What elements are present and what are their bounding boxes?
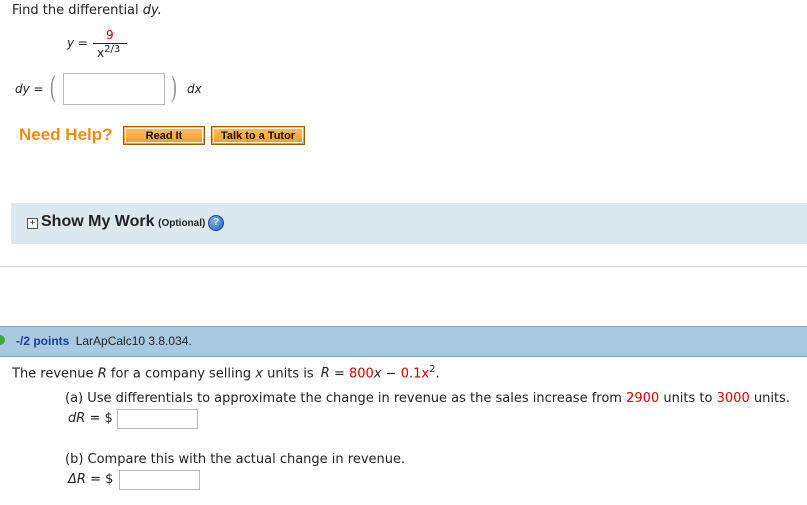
optional-label: (Optional) xyxy=(158,218,206,229)
deltaR-answer-input[interactable] xyxy=(119,470,200,490)
need-help-heading: Need Help? xyxy=(19,125,113,144)
dy-answer-input[interactable] xyxy=(63,73,165,105)
read-it-label: Read It xyxy=(145,129,183,142)
part-a-text1: (a) Use differentials to approximate the… xyxy=(65,391,622,406)
stmt-a: The revenue xyxy=(12,366,94,382)
show-my-work-title[interactable]: Show My Work (Optional) xyxy=(41,213,205,231)
right-paren-icon: ) xyxy=(170,71,178,106)
stmt-b: for a company selling xyxy=(110,366,252,382)
section-divider xyxy=(0,266,807,267)
points-link[interactable]: -/2 points xyxy=(16,334,69,348)
q1-prompt-var: dy. xyxy=(142,3,162,18)
dR-eq: = $ xyxy=(89,411,113,426)
dy-eq: = xyxy=(33,82,44,96)
expand-plus-icon[interactable]: + xyxy=(27,218,38,229)
question-header: -/2 points LarApCalc10 3.8.034. xyxy=(16,334,192,348)
dx-label: dx xyxy=(187,82,202,96)
stmt-R2: R xyxy=(320,366,330,382)
q2-statement: The revenue R for a company selling x un… xyxy=(12,364,440,381)
stmt-x: x xyxy=(255,366,263,382)
left-paren-icon: ( xyxy=(49,71,57,106)
dR-answer-input[interactable] xyxy=(117,409,198,429)
part-b-text: (b) Compare this with the actual change … xyxy=(65,452,406,467)
q1-prompt: Find the differential dy. xyxy=(12,3,162,18)
q1-eq-lhs: y = xyxy=(67,36,88,50)
deltaR-eq: = $ xyxy=(90,472,114,487)
talk-to-tutor-label: Talk to a Tutor xyxy=(220,129,296,142)
part-a-num2: 3000 xyxy=(716,391,750,406)
deltaR-label: ΔR xyxy=(68,472,86,487)
part-b-label: ΔR = $ xyxy=(68,472,113,487)
stmt-f1x: x xyxy=(373,366,382,382)
show-my-work-label: Show My Work xyxy=(41,213,155,230)
question-code: LarApCalc10 3.8.034. xyxy=(75,334,192,348)
part-a-text2: units to xyxy=(663,391,713,406)
part-a-num1: 2900 xyxy=(626,391,660,406)
part-a-text: (a) Use differentials to approximate the… xyxy=(65,391,790,406)
q1-prompt-text: Find the differential xyxy=(12,3,139,18)
stmt-c: units is xyxy=(267,366,314,382)
stmt-end: . xyxy=(435,366,440,382)
read-it-button[interactable]: Read It xyxy=(123,126,205,145)
talk-to-tutor-button[interactable]: Talk to a Tutor xyxy=(211,126,305,145)
q1-numerator: 9 xyxy=(106,28,114,42)
q1-denominator: x2/3 xyxy=(97,44,120,60)
stmt-f1: 800 xyxy=(348,366,374,382)
stmt-f2: 0.1x xyxy=(400,366,430,382)
help-question-icon[interactable]: ? xyxy=(208,215,224,231)
part-a-text3: units. xyxy=(753,391,790,406)
q1-dy-label: dy = xyxy=(15,82,44,96)
dy-label: dy xyxy=(15,82,30,96)
part-a-label: dR = $ xyxy=(68,411,113,426)
stmt-eq: = xyxy=(333,366,345,382)
stmt-minus: − xyxy=(385,366,397,382)
stmt-R: R xyxy=(97,366,107,382)
q1-denom-exp: 2/3 xyxy=(104,44,121,55)
dR-label: dR xyxy=(68,411,86,426)
